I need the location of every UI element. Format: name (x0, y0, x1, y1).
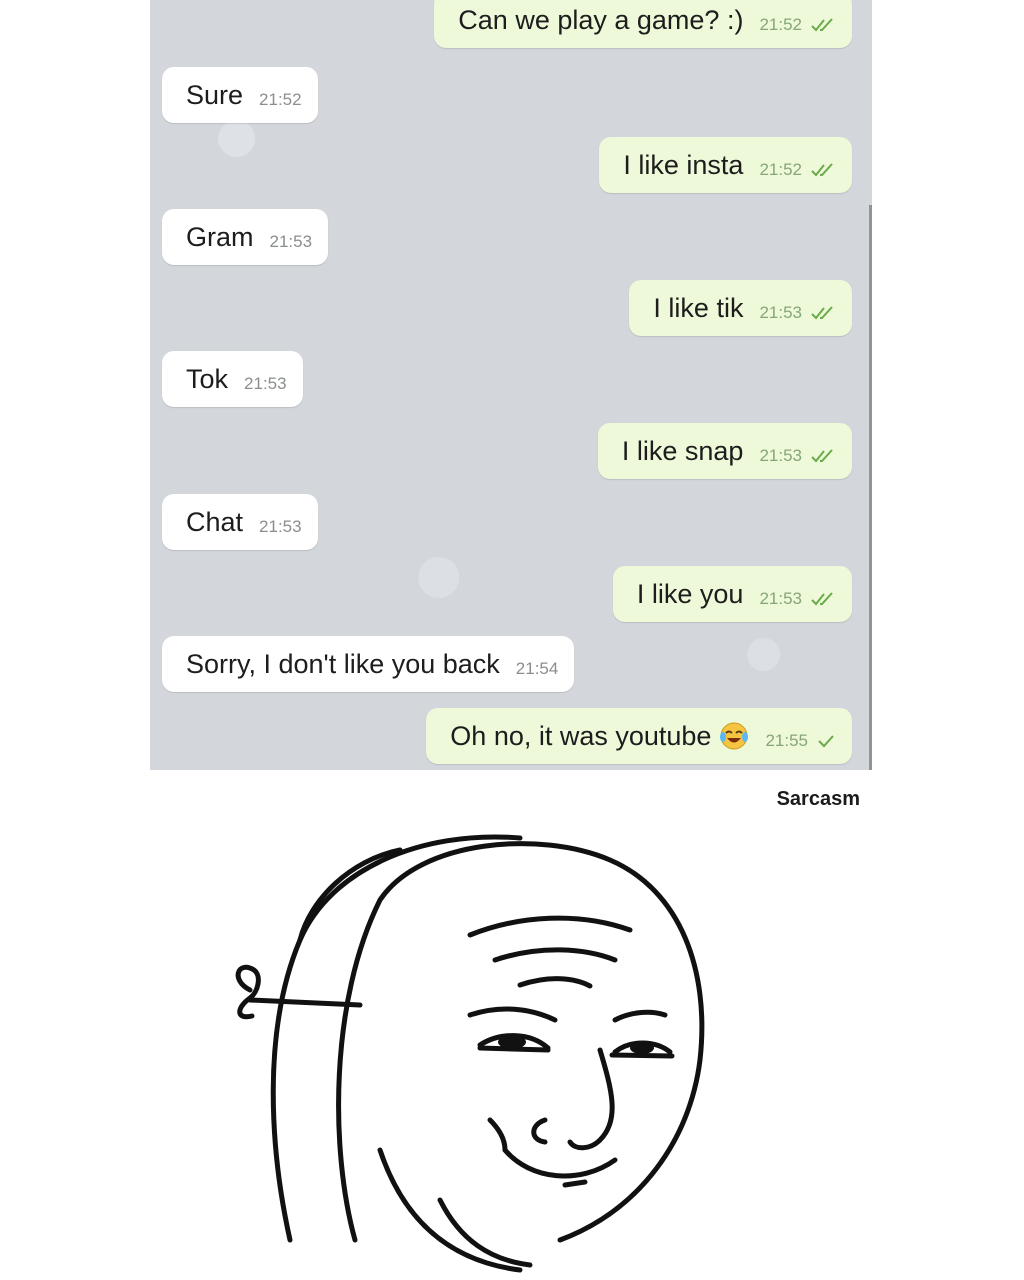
message-text: I like tik (653, 292, 744, 323)
message-time: 21:52 (759, 15, 802, 34)
message-time: 21:54 (515, 659, 559, 678)
message-incoming[interactable]: Sure 21:52 (162, 67, 318, 123)
message-time: 21:55 (765, 731, 808, 750)
message-incoming[interactable]: Gram 21:53 (162, 209, 329, 265)
chat-panel: Can we play a game? :) 21:52 Sure 21:52 … (150, 0, 872, 770)
message-time: 21:53 (759, 446, 802, 465)
double-check-icon (811, 163, 833, 177)
message-text: Chat (186, 506, 244, 537)
message-time: 21:53 (759, 589, 802, 608)
wojak-smug-mask-face-icon (235, 834, 705, 1273)
double-check-icon (811, 18, 833, 32)
message-time: 21:53 (259, 517, 302, 536)
message-text: Sorry, I don't like you back (186, 648, 500, 679)
double-check-icon (811, 306, 833, 320)
message-outgoing[interactable]: I like insta 21:52 (599, 137, 852, 193)
message-outgoing[interactable]: Oh no, it was youtube 21:55 (426, 708, 852, 764)
message-incoming[interactable]: Sorry, I don't like you back 21:54 (162, 636, 575, 692)
message-incoming[interactable]: Tok 21:53 (162, 351, 303, 407)
message-text: I like insta (623, 149, 744, 180)
message-text: Sure (186, 79, 244, 110)
message-text: Oh no, it was youtube (450, 720, 712, 751)
message-text: Can we play a game? :) (458, 4, 744, 35)
message-outgoing[interactable]: I like snap 21:53 (597, 423, 852, 479)
message-text: I like you (636, 578, 744, 609)
tears-of-joy-emoji-icon (720, 722, 749, 750)
message-time: 21:53 (759, 303, 802, 322)
message-incoming[interactable]: Chat 21:53 (162, 494, 318, 550)
message-time: 21:52 (259, 90, 302, 109)
message-outgoing[interactable]: Can we play a game? :) 21:52 (434, 0, 852, 48)
double-check-icon (811, 449, 833, 463)
message-outgoing[interactable]: I like you 21:53 (612, 566, 852, 622)
message-time: 21:53 (269, 232, 313, 251)
message-text: I like snap (621, 435, 744, 466)
message-text: Tok (186, 363, 229, 394)
watermark-label: Sarcasm (776, 788, 860, 810)
message-time: 21:53 (244, 374, 287, 393)
double-check-icon (811, 592, 833, 606)
single-check-icon (818, 735, 834, 748)
message-outgoing[interactable]: I like tik 21:53 (629, 280, 852, 336)
message-text: Gram (186, 221, 254, 252)
message-time: 21:52 (759, 160, 802, 179)
scrollbar[interactable] (869, 205, 872, 770)
